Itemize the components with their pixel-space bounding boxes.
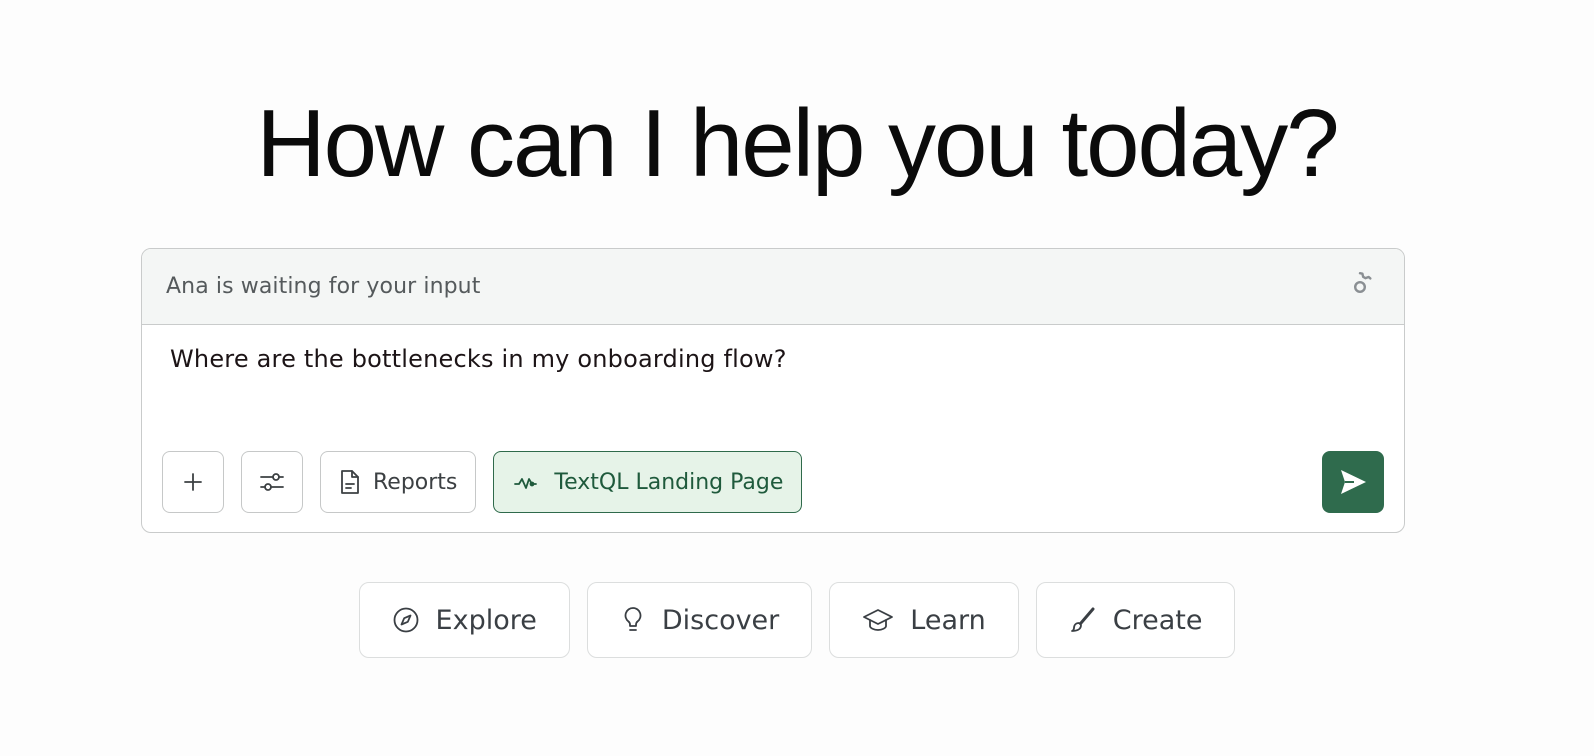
context-chip-label: TextQL Landing Page	[554, 469, 784, 495]
graduation-cap-icon	[863, 609, 894, 631]
discover-button[interactable]: Discover	[586, 582, 813, 658]
prompt-text[interactable]: Where are the bottlenecks in my onboardi…	[170, 345, 787, 373]
reports-label: Reports	[373, 469, 458, 495]
discover-label: Discover	[661, 604, 780, 636]
learn-button[interactable]: Learn	[829, 582, 1019, 658]
sliders-icon	[260, 473, 284, 491]
send-button[interactable]	[1322, 451, 1384, 513]
settings-button[interactable]	[1340, 267, 1380, 307]
explore-label: Explore	[435, 604, 537, 636]
explore-button[interactable]: Explore	[358, 582, 570, 658]
chat-header: Ana is waiting for your input	[142, 249, 1404, 325]
lightbulb-icon	[624, 607, 642, 631]
page: How can I help you today? Ana is waiting…	[0, 0, 1594, 756]
create-label: Create	[1112, 604, 1203, 636]
reports-button[interactable]: Reports	[320, 451, 477, 513]
activity-icon	[514, 478, 538, 489]
status-text: Ana is waiting for your input	[166, 274, 481, 299]
context-chip-textql-landing-page[interactable]: TextQL Landing Page	[493, 451, 803, 513]
compass-icon	[393, 607, 418, 633]
document-icon	[341, 470, 359, 494]
quick-actions: Explore Discover Learn Create	[0, 582, 1594, 658]
plus-icon	[184, 473, 202, 491]
chat-input-panel: Ana is waiting for your input Where are …	[141, 248, 1405, 533]
paintbrush-icon	[1070, 607, 1095, 632]
toolbar-spacer	[819, 451, 1384, 513]
filters-button[interactable]	[241, 451, 303, 513]
learn-label: Learn	[910, 604, 986, 636]
page-title: How can I help you today?	[256, 90, 1339, 197]
input-toolbar: Reports TextQL Landing Page	[162, 451, 1384, 513]
create-button[interactable]: Create	[1035, 582, 1236, 658]
add-button[interactable]	[162, 451, 224, 513]
gear-icon	[1354, 271, 1372, 293]
send-icon	[1341, 470, 1366, 494]
